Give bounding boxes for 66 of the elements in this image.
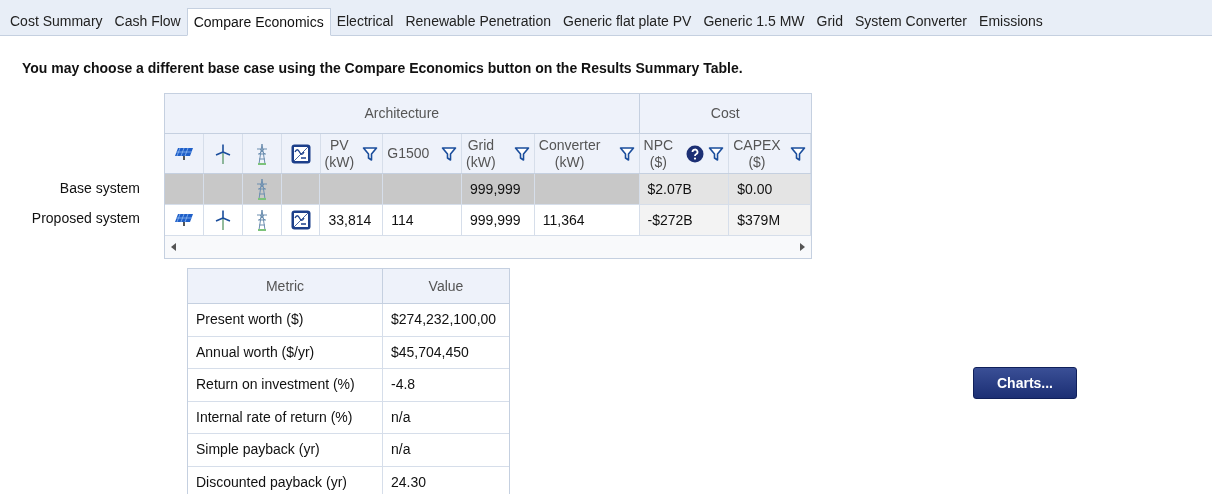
filter-icon[interactable]	[362, 145, 379, 162]
table-cell: Simple payback (yr)	[188, 434, 383, 466]
help-icon[interactable]	[686, 144, 705, 163]
converter-icon	[290, 143, 311, 164]
tab[interactable]: Compare Economics	[186, 8, 331, 36]
tab[interactable]: Generic 1.5 MW	[697, 8, 811, 35]
scroll-right-icon[interactable]	[799, 243, 805, 251]
table-cell: Internal rate of return (%)	[188, 401, 383, 433]
wind-turbine-icon	[214, 143, 231, 164]
group-header: Architecture	[165, 94, 640, 133]
solar-panel-icon	[173, 146, 194, 161]
table-cell-text: 33,814	[328, 210, 372, 230]
table-cell-text: 999,999	[470, 210, 521, 230]
table-cell: Discounted payback (yr)	[188, 466, 383, 494]
table-cell-text: $274,232,100,00	[390, 310, 498, 330]
tab[interactable]: Cost Summary	[4, 8, 109, 35]
tab[interactable]: Generic flat plate PV	[557, 8, 698, 35]
notice-text: You may choose a different base case using the Compare Economics button on the Results Summary Table.	[22, 59, 744, 78]
table-cell-text: n/a	[390, 440, 412, 460]
column-header: Grid (kW)	[466, 136, 496, 171]
tab[interactable]: System Converter	[849, 8, 974, 35]
column-header: Value	[427, 276, 465, 296]
column-header: NPC ($)	[643, 136, 674, 171]
table-cell-text: 999,999	[470, 179, 521, 199]
solar-panel-icon	[173, 213, 194, 227]
column-header: Metric	[188, 269, 383, 303]
table-cell-text: 11,364	[542, 210, 585, 230]
table-cell-text: $379M	[737, 210, 781, 230]
tab[interactable]: Electrical	[330, 8, 400, 35]
tab[interactable]: Cash Flow	[108, 8, 187, 35]
filter-icon[interactable]	[618, 145, 635, 162]
row-label: Base system	[59, 178, 140, 198]
filter-icon[interactable]	[790, 145, 806, 162]
column-header: CAPEX ($)	[733, 136, 781, 171]
table-cell-text: -4.8	[390, 375, 417, 395]
scroll-left-icon[interactable]	[171, 243, 177, 251]
table-cell-text: n/a	[390, 407, 412, 427]
table-cell-text: -$272B	[647, 210, 693, 230]
tab[interactable]: Grid	[810, 8, 849, 35]
table-row[interactable]: 33,814 114 999,999 11,364 -$272B $379M	[165, 205, 811, 236]
table-cell-text: $45,704,450	[390, 342, 470, 362]
table-cell-text: $2.07B	[647, 179, 692, 199]
column-header: G1500	[387, 145, 430, 162]
row-label: Proposed system	[31, 208, 140, 228]
table-cell: Present worth ($)	[188, 304, 383, 336]
group-header: Cost	[709, 104, 741, 123]
column-header: Converter (kW)	[538, 136, 601, 171]
wind-turbine-icon	[214, 210, 231, 230]
filter-icon[interactable]	[708, 145, 725, 162]
table-cell: Annual worth ($/yr)	[188, 336, 383, 368]
transmission-tower-icon	[254, 178, 269, 200]
column-header: PV (kW)	[324, 136, 355, 171]
transmission-tower-icon	[254, 209, 269, 231]
horizontal-scrollbar[interactable]	[165, 236, 811, 258]
filter-icon[interactable]	[441, 145, 458, 162]
tab[interactable]: Renewable Penetration	[399, 8, 557, 35]
table-cell: Return on investment (%)	[188, 369, 383, 401]
table-cell-text: 24.30	[390, 472, 428, 492]
filter-icon[interactable]	[513, 145, 530, 162]
charts-button[interactable]: Charts...	[973, 367, 1077, 399]
table-cell-text: 114	[391, 210, 414, 230]
table-row[interactable]: 999,999 $2.07B $0.00	[165, 174, 811, 205]
transmission-tower-icon	[254, 142, 269, 165]
table-cell-text: $0.00	[737, 179, 773, 199]
converter-icon	[290, 210, 311, 230]
tab[interactable]: Emissions	[973, 8, 1049, 35]
